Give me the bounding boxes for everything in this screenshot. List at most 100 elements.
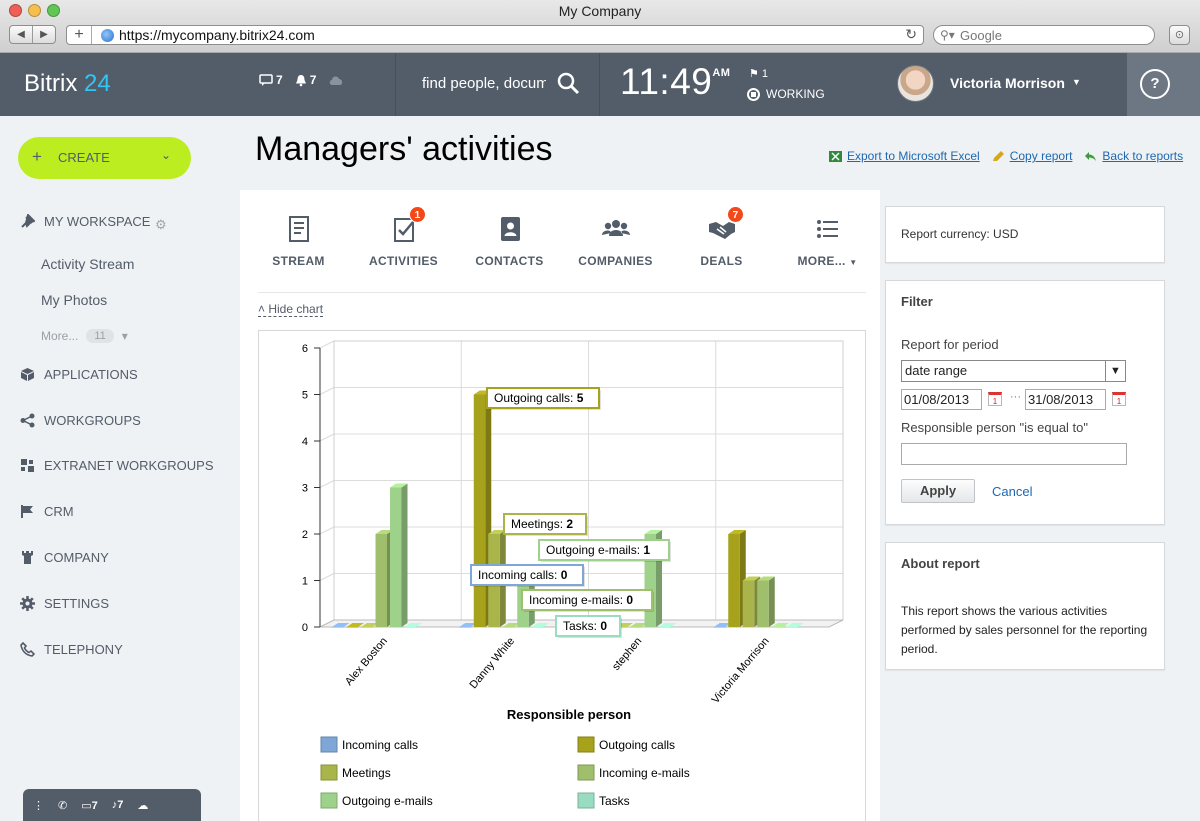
forward-arrow-icon[interactable]: ▶	[32, 26, 55, 43]
date-from-input[interactable]: 01/08/2013	[901, 389, 982, 410]
user-name[interactable]: Victoria Morrison	[950, 75, 1065, 91]
y-tick-label: 5	[302, 390, 308, 402]
create-button[interactable]: + CREATE ⌄	[18, 137, 191, 179]
cancel-button[interactable]: Cancel	[992, 484, 1032, 499]
address-bar[interactable]: + https://mycompany.bitrix24.com ↻	[66, 25, 924, 45]
notifications-counter[interactable]: 7	[295, 73, 316, 87]
cloud-sync-icon[interactable]: ☁	[137, 799, 148, 812]
gridline	[319, 340, 335, 349]
help-button[interactable]: ?	[1140, 69, 1170, 99]
hide-chart-link[interactable]: ˄ Hide chart	[258, 302, 324, 317]
tab-more[interactable]: MORE... ▼	[780, 214, 875, 268]
stop-icon	[747, 87, 760, 101]
back-to-reports-link[interactable]: Back to reports	[1084, 149, 1183, 163]
workspace-settings-gear-icon[interactable]: ⚙	[155, 217, 167, 233]
header-search-input[interactable]: find people, documents...	[422, 75, 546, 92]
bar	[346, 627, 358, 628]
stream-icon	[288, 216, 309, 242]
tab-deals[interactable]: 7 DEALS	[674, 206, 769, 268]
bar-side	[768, 576, 775, 627]
x-tick-label: stephen	[610, 635, 644, 673]
period-select[interactable]: date range ▼	[901, 360, 1126, 382]
sidebar-item-workgroups[interactable]: WORKGROUPS	[20, 413, 141, 428]
legend-swatch	[577, 736, 595, 753]
sidebar-item-activity-stream[interactable]: Activity Stream	[41, 256, 134, 272]
apply-button[interactable]: Apply	[901, 479, 975, 503]
filter-title: Filter	[901, 294, 933, 309]
sidebar-item-my-workspace[interactable]: MY WORKSPACE	[20, 214, 150, 229]
sidebar-item-label: MY WORKSPACE	[44, 214, 151, 229]
drag-handle-icon[interactable]: ⋮	[33, 799, 44, 812]
phone-icon[interactable]: ✆	[58, 799, 67, 812]
report-currency: Report currency: USD	[901, 227, 1019, 241]
sidebar-item-label: CRM	[44, 504, 74, 519]
activities-badge: 1	[409, 206, 426, 223]
responsible-person-input[interactable]	[901, 443, 1127, 465]
work-status[interactable]: WORKING	[747, 87, 825, 101]
work-status-label: WORKING	[766, 87, 825, 101]
bar	[361, 627, 373, 628]
tooltip-text: Outgoing calls: 5	[494, 391, 584, 405]
messenger-notifications-counter[interactable]: ♪7	[112, 799, 124, 811]
sidebar-item-settings[interactable]: SETTINGS	[20, 596, 109, 611]
x-tick-label: Danny White	[467, 635, 517, 691]
flag-count: 1	[761, 68, 769, 80]
messenger-chat-counter[interactable]: ▭7	[81, 799, 98, 812]
tab-label: CONTACTS	[475, 254, 544, 268]
legend-swatch	[320, 792, 338, 809]
tab-activities[interactable]: 1 ACTIVITIES	[356, 206, 451, 268]
bar	[659, 627, 671, 628]
tooltip-text: Incoming calls: 0	[478, 568, 568, 582]
gear-icon	[20, 596, 35, 611]
tower-icon	[22, 551, 33, 564]
sidebar-item-crm[interactable]: CRM	[20, 504, 74, 519]
copy-report-link[interactable]: Copy report	[992, 149, 1072, 163]
add-bookmark-icon[interactable]: +	[67, 26, 92, 44]
sidebar-more[interactable]: More... 11 ▾	[41, 329, 128, 343]
bar-side	[401, 483, 408, 627]
sidebar-item-telephony[interactable]: TELEPHONY	[20, 642, 123, 657]
back-arrow-icon[interactable]: ◀	[10, 26, 32, 43]
legend-label: Incoming calls	[342, 738, 418, 752]
downloads-icon[interactable]: ⊙	[1169, 25, 1190, 45]
calendar-icon[interactable]: 1	[988, 392, 1002, 406]
sidebar-item-my-photos[interactable]: My Photos	[41, 292, 107, 308]
more-count-badge: 11	[86, 329, 114, 343]
tab-stream[interactable]: STREAM	[251, 214, 346, 268]
tab-companies[interactable]: COMPANIES	[568, 214, 663, 268]
y-tick-label: 2	[302, 529, 308, 541]
tab-label: ACTIVITIES	[368, 254, 438, 268]
currency-panel: Report currency: USD	[885, 206, 1165, 263]
activities-chart: 0 1 2 3 4 5 6 Alex Boston Danny White stephen Vict…	[258, 330, 866, 821]
sidebar-item-extranet-workgroups[interactable]: EXTRANET WORKGROUPS	[20, 458, 214, 473]
window-title: My Company	[558, 3, 642, 19]
tab-contacts[interactable]: CONTACTS	[462, 214, 557, 268]
url-text[interactable]: https://mycompany.bitrix24.com	[119, 27, 315, 43]
search-icon[interactable]	[556, 71, 580, 95]
user-menu-caret-icon[interactable]: ▼	[1072, 77, 1081, 87]
bar	[771, 627, 784, 628]
cloud-icon[interactable]	[328, 74, 344, 86]
export-excel-link[interactable]: Export to Microsoft Excel	[829, 149, 980, 163]
messages-counter[interactable]: 7	[259, 73, 283, 87]
page-title: Managers' activities	[255, 130, 553, 168]
browser-search-input[interactable]: ⚲▾ Google	[933, 25, 1155, 45]
bitrix-logo[interactable]: Bitrix 24	[24, 70, 111, 98]
date-to-input[interactable]: 31/08/2013	[1025, 389, 1106, 410]
reload-icon[interactable]: ↻	[905, 26, 917, 43]
sidebar-item-applications[interactable]: APPLICATIONS	[20, 367, 138, 382]
calendar-icon[interactable]: 1	[1112, 392, 1126, 406]
bar	[404, 627, 416, 628]
sidebar-item-label: EXTRANET WORKGROUPS	[44, 458, 214, 473]
bar	[332, 627, 344, 628]
bell-icon	[295, 74, 306, 86]
work-time-clock[interactable]: 11:49AM	[620, 61, 730, 103]
avatar[interactable]	[897, 65, 934, 102]
about-title: About report	[901, 556, 980, 571]
y-tick-label: 0	[302, 622, 308, 634]
export-excel-label: Export to Microsoft Excel	[847, 149, 980, 163]
gridline	[319, 573, 335, 581]
flag-counter[interactable]: ⚑ 1	[749, 67, 768, 80]
sidebar-item-company[interactable]: COMPANY	[20, 550, 109, 565]
bar	[502, 627, 515, 628]
